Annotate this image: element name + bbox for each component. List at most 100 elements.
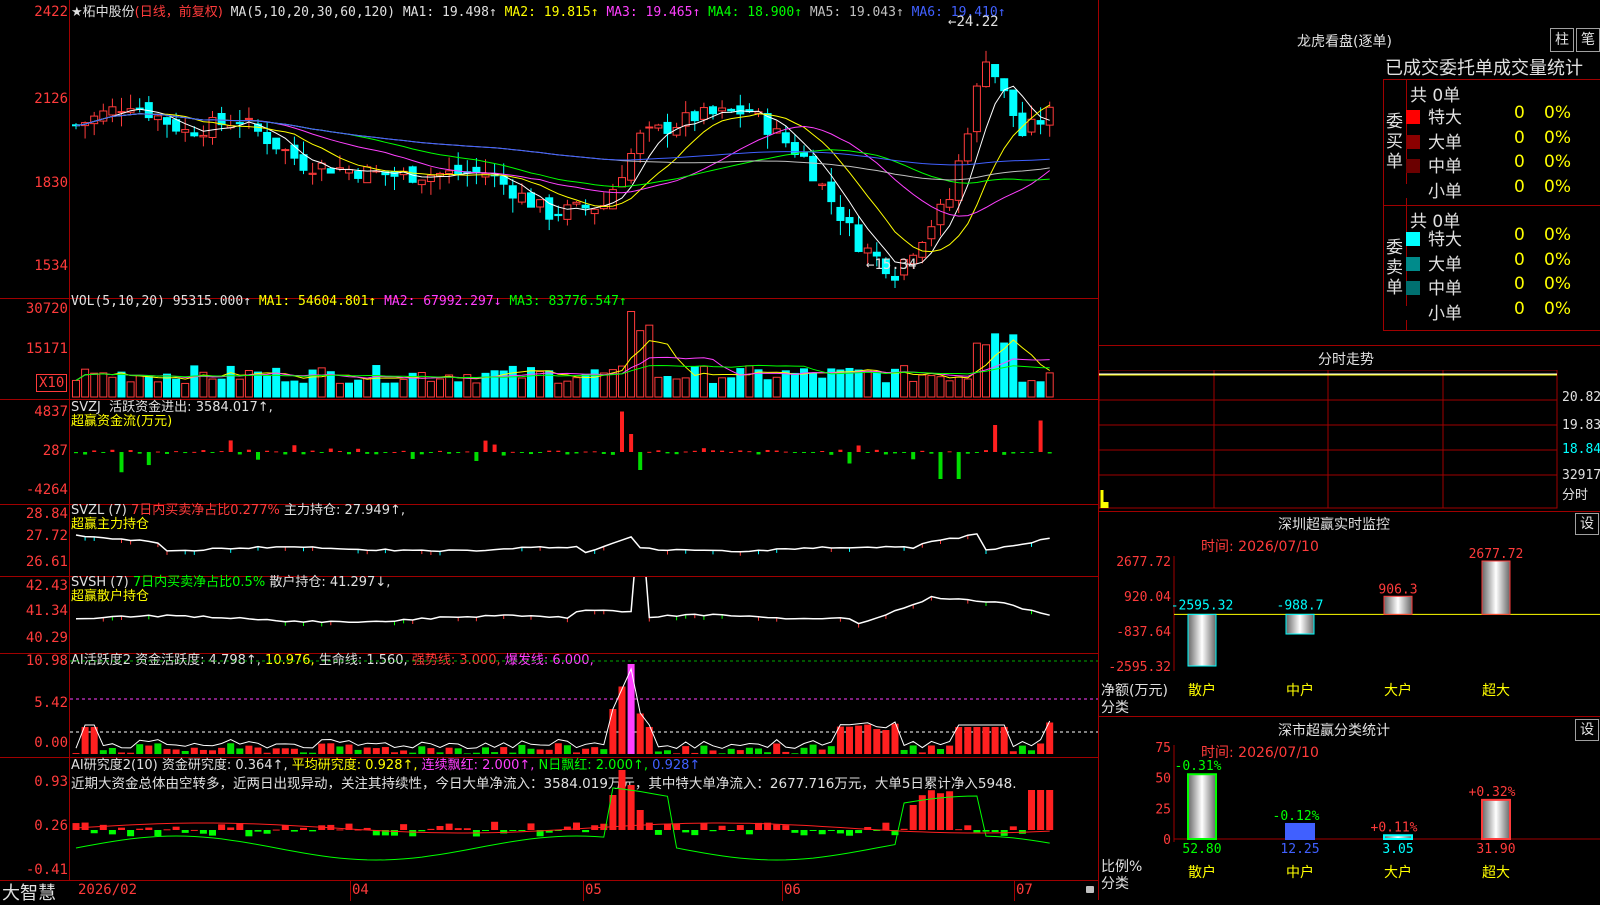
sell-row-value: 0 — [1514, 298, 1525, 319]
volume-bar — [144, 376, 153, 398]
color-swatch — [1406, 110, 1420, 124]
svsh-panel[interactable]: 42.43 41.34 40.29 SVSH (7) 7日内买卖净占比0.5% … — [0, 575, 1098, 654]
sz-class-pct-label: -0.31% — [1175, 759, 1222, 774]
indicator-bar — [856, 445, 861, 452]
buy-row-pct: 0% — [1544, 152, 1571, 172]
fenshi-panel[interactable]: 分时走势 20.82 19.83 18.84 32917 分时 — [1099, 345, 1600, 512]
candle-body — [927, 226, 936, 240]
svzl-chart[interactable] — [70, 505, 1098, 576]
sz-monitor-panel[interactable]: 深圳超赢实时监控 设 时间: 2026/07/10 2677.72 920.04-… — [1099, 511, 1600, 717]
sz-monitor-value-label: -2595.32 — [1171, 598, 1234, 613]
ai-research-axis-3: -0.41 — [25, 862, 68, 878]
buy-row-label: 中单 — [1428, 157, 1462, 177]
volume-bar — [809, 372, 818, 398]
buy-row-label: 大单 — [1428, 132, 1462, 153]
sz-monitor-axis-label: -2595.32 — [1108, 660, 1171, 675]
buy-row-pct: 0% — [1544, 127, 1571, 148]
research-bar — [855, 830, 863, 834]
candle-body — [572, 201, 581, 205]
research-bar — [190, 829, 198, 831]
timeline-bar[interactable]: 大智慧 2026/02 04 05 06 07 — [0, 880, 1098, 904]
buy-row-pct: 0% — [1544, 103, 1571, 123]
volume-bar — [881, 382, 890, 398]
vol-axis-2: 15171 — [25, 341, 68, 357]
indicator-bar — [128, 450, 133, 452]
volume-chart[interactable] — [70, 299, 1098, 399]
activity-bar — [682, 746, 690, 754]
activity-bar — [727, 748, 735, 754]
buy-row: 小单 0 0% — [1406, 177, 1600, 202]
indicator-bar — [820, 451, 825, 453]
indicator-bar — [574, 452, 579, 454]
activity-bar — [791, 753, 799, 754]
high-label: ←24.22 — [948, 14, 999, 30]
volume-bar — [863, 370, 872, 398]
indicator-bar — [292, 445, 297, 452]
indicator-bar — [228, 440, 233, 452]
sz-class-panel[interactable]: 深市超赢分类统计 设 时间: 2026/07/10 75 50 25 0 -0.31% 5… — [1099, 717, 1600, 900]
fenshi-chart[interactable] — [1099, 370, 1559, 510]
activity-bar — [964, 727, 972, 754]
longhu-grid — [1383, 330, 1600, 331]
fenshi-tab[interactable]: 分时 — [1562, 484, 1588, 503]
volume-bar — [718, 377, 727, 398]
indicator-bar — [774, 450, 779, 452]
research-bar — [482, 830, 489, 831]
sell-row: 特大 0 0% — [1406, 225, 1600, 250]
svzl-panel[interactable]: 28.84 27.72 26.61 SVZL (7) 7日内买卖净占比0.277… — [0, 503, 1098, 577]
candle-body — [445, 170, 454, 174]
volume-panel[interactable]: 30720 15171 X10 VOL(5,10,20) 95315.000↑ … — [0, 294, 1098, 400]
indicator-bar — [501, 452, 506, 456]
candle-body — [690, 111, 699, 122]
candle-body — [299, 154, 308, 171]
volume-bar — [426, 380, 435, 398]
bar-mode-button[interactable]: 柱 — [1550, 28, 1574, 52]
sz-monitor-value-label: 2677.72 — [1469, 547, 1524, 562]
indicator-bar — [538, 452, 543, 453]
volume-bar — [72, 379, 80, 398]
longhu-grid — [1383, 79, 1600, 80]
research-bar — [90, 830, 98, 834]
indicator-bar — [483, 440, 488, 452]
research-line — [75, 787, 1050, 861]
sz-class-value-label: 12.25 — [1280, 842, 1319, 857]
volume-bar — [190, 365, 199, 398]
sell-row: 小单 0 0% — [1406, 298, 1600, 324]
sz-class-chart[interactable]: 75 50 25 0 -0.31% 52.80 散户 -0.12% 12.25 中户 +0.11% 3… — [1099, 717, 1600, 900]
sz-monitor-category: 超大 — [1482, 683, 1510, 699]
indicator-bar — [638, 452, 643, 470]
volume-bar — [454, 381, 463, 398]
indicator-bar — [237, 452, 242, 455]
indicator-bar — [720, 450, 725, 452]
svsh-chart[interactable] — [70, 577, 1098, 653]
price-chart[interactable] — [70, 0, 1098, 298]
indicator-bar — [601, 452, 606, 454]
color-swatch — [1406, 256, 1420, 271]
indicator-bar — [747, 451, 752, 453]
ai-research-panel[interactable]: 0.93 0.26 -0.41 AI研究度2(10) 资金研究度: 0.364↑… — [0, 758, 1098, 880]
candle-body — [263, 132, 272, 145]
lock-icon[interactable] — [1086, 886, 1094, 893]
fenshi-axis-1: 20.82 — [1562, 390, 1600, 405]
research-bar — [937, 793, 944, 830]
ai-active-chart[interactable] — [70, 654, 1098, 757]
research-bar — [491, 821, 499, 830]
svzj-panel[interactable]: 4837 287 -4264 SVZJ 活跃资金进出: 3584.017↑, 超… — [0, 400, 1098, 505]
tick-mode-button[interactable]: 笔 — [1576, 28, 1600, 52]
sz-monitor-axis-label: -837.64 — [1116, 625, 1171, 640]
ai-active-panel[interactable]: 10.98 5.42 0.00 AI活跃度2 资金活跃度: 4.798↑, 10… — [0, 653, 1098, 758]
indicator-bar — [620, 411, 624, 452]
ai-research-chart[interactable] — [70, 758, 1098, 880]
activity-bar — [381, 747, 389, 754]
candle-body — [527, 192, 535, 208]
candle-body — [845, 217, 854, 224]
price-panel[interactable]: 2422 2126 1830 1534 ★柘中股份(日线，前复权) MA(5,1… — [0, 0, 1098, 299]
indicator-bar — [947, 451, 952, 453]
svzj-chart[interactable] — [70, 400, 1098, 504]
sz-class-bar — [1383, 834, 1413, 841]
activity-bar — [482, 747, 489, 754]
svzj-axis-3: -4264 — [25, 482, 68, 498]
indicator-bar — [474, 452, 479, 461]
sz-monitor-chart[interactable]: 2677.72920.04-837.64-2595.32-2595.32散户-9… — [1099, 511, 1600, 716]
research-bar — [700, 823, 708, 830]
